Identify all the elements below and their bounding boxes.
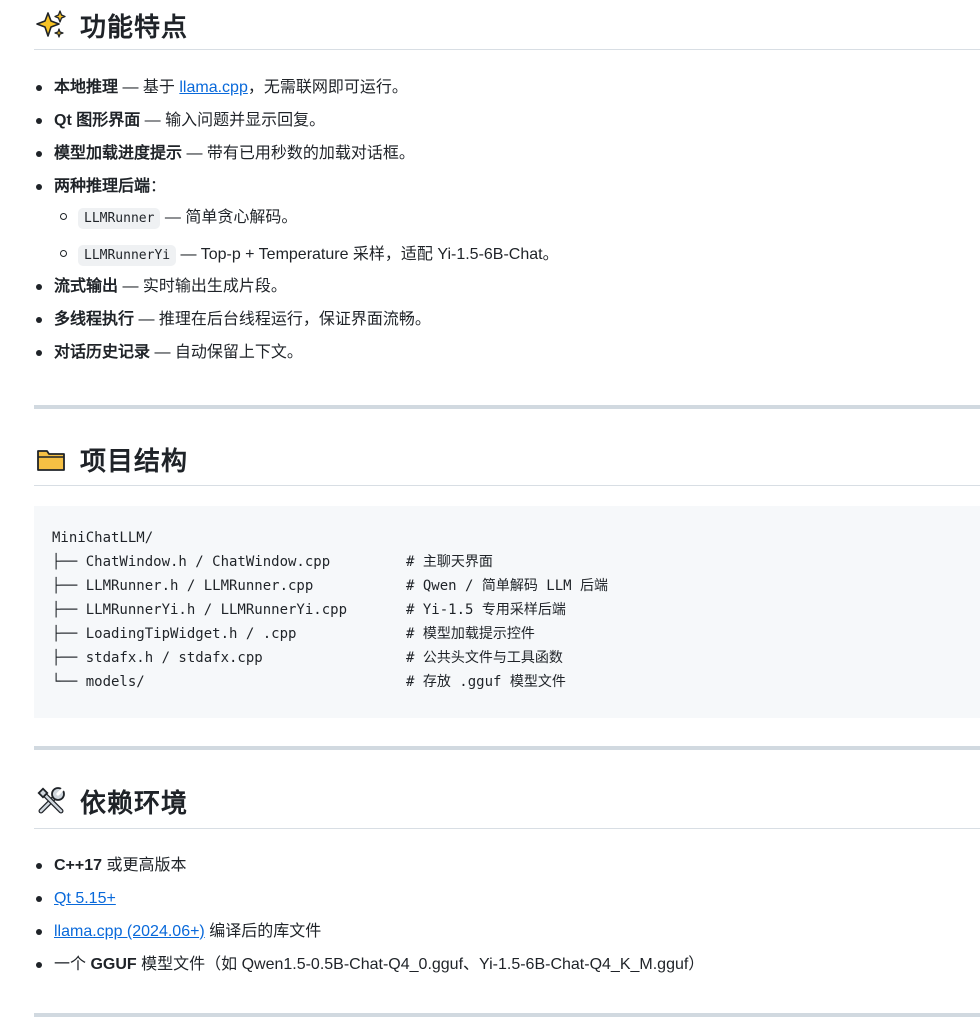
llama-cpp-version-link[interactable]: llama.cpp (2024.06+) <box>54 923 205 940</box>
section-divider <box>34 1013 980 1017</box>
list-item: llama.cpp (2024.06+) 编译后的库文件 <box>35 921 704 942</box>
list-item: LLMRunnerYi — Top-p + Temperature 采样，适配 … <box>60 244 559 266</box>
features-heading-rule <box>34 49 980 50</box>
tree-line: ├── stdafx.h / stdafx.cpp <box>52 650 263 666</box>
deps-heading: 依赖环境 <box>0 776 188 826</box>
qt-link[interactable]: Qt 5.15+ <box>54 890 116 907</box>
llama-cpp-link[interactable]: llama.cpp <box>179 79 247 96</box>
tree-line: ├── LoadingTipWidget.h / .cpp <box>52 626 297 642</box>
tree-line: └── models/ <box>52 674 145 690</box>
structure-heading: 项目结构 <box>0 434 188 484</box>
deps-heading-rule <box>34 828 980 829</box>
backend-sublist: LLMRunner — 简单贪心解码。 LLMRunnerYi — Top-p … <box>60 207 559 266</box>
tools-icon <box>34 784 68 818</box>
features-heading-text: 功能特点 <box>80 11 189 42</box>
inline-code: LLMRunnerYi <box>78 245 177 266</box>
deps-list: C++17 或更高版本 Qt 5.15+ llama.cpp (2024.06+… <box>35 855 705 975</box>
readme-page: 功能特点 本地推理 — 基于 llama.cpp，无需联网即可运行。 Qt 图形… <box>0 0 980 1024</box>
list-item: 对话历史记录 — 自动保留上下文。 <box>36 342 559 363</box>
list-item: Qt 图形界面 — 输入问题并显示回复。 <box>36 110 559 131</box>
structure-heading-rule <box>34 485 980 486</box>
list-item: 多线程执行 — 推理在后台线程运行，保证界面流畅。 <box>36 309 559 330</box>
folder-icon <box>34 442 68 476</box>
list-item: LLMRunner — 简单贪心解码。 <box>60 207 559 229</box>
list-item: C++17 或更高版本 <box>35 855 704 876</box>
tree-line: ├── ChatWindow.h / ChatWindow.cpp <box>52 554 331 570</box>
section-divider <box>34 746 980 750</box>
tree-line: ├── LLMRunner.h / LLMRunner.cpp <box>52 578 314 594</box>
list-item: 模型加载进度提示 — 带有已用秒数的加载对话框。 <box>36 143 559 164</box>
tree-comment: # 存放 .gguf 模型文件 <box>406 674 566 690</box>
tree-comment: # 公共头文件与工具函数 <box>406 650 563 666</box>
list-item: Qt 5.15+ <box>35 888 704 909</box>
inline-code: LLMRunner <box>78 208 161 229</box>
tree-comment: # 模型加载提示控件 <box>406 626 535 642</box>
list-item: 两种推理后端： LLMRunner — 简单贪心解码。 LLMRunnerYi … <box>36 176 559 266</box>
project-tree-codeblock: MiniChatLLM/ ├── ChatWindow.h / ChatWind… <box>34 506 980 718</box>
list-item: 本地推理 — 基于 llama.cpp，无需联网即可运行。 <box>36 77 559 98</box>
tree-line: MiniChatLLM/ <box>52 530 154 546</box>
tree-line: ├── LLMRunnerYi.h / LLMRunnerYi.cpp <box>52 602 348 618</box>
tree-comment: # Qwen / 简单解码 LLM 后端 <box>406 578 609 594</box>
features-list: 本地推理 — 基于 llama.cpp，无需联网即可运行。 Qt 图形界面 — … <box>36 77 559 363</box>
sparkles-icon <box>34 8 68 42</box>
tree-comment: # Yi-1.5 专用采样后端 <box>406 602 566 618</box>
tree-comment: # 主聊天界面 <box>406 554 493 570</box>
features-heading: 功能特点 <box>0 0 188 50</box>
section-divider <box>34 405 980 409</box>
list-item: 流式输出 — 实时输出生成片段。 <box>36 276 559 297</box>
list-item: 一个 GGUF 模型文件（如 Qwen1.5-0.5B-Chat-Q4_0.gg… <box>35 956 705 973</box>
structure-heading-text: 项目结构 <box>80 445 189 476</box>
deps-heading-text: 依赖环境 <box>80 787 189 818</box>
